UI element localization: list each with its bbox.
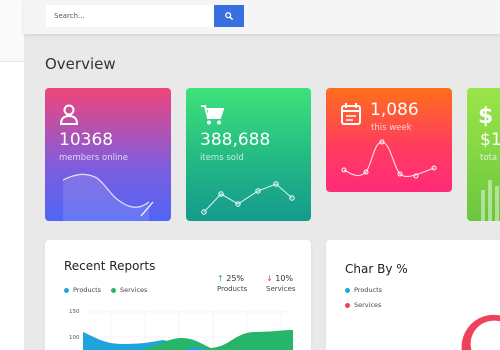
- products-stat: ↑ 25% Products: [217, 274, 247, 293]
- top-bar: [24, 0, 500, 34]
- members-online-value: 10368: [59, 130, 114, 150]
- products-dot: [64, 287, 69, 293]
- char-legend-products-label: Products: [354, 286, 383, 294]
- legend-services-label: Services: [120, 286, 148, 294]
- search-input[interactable]: [46, 5, 214, 27]
- items-sold-card[interactable]: 388,688 items sold: [186, 88, 311, 221]
- total-value: $1,: [480, 130, 500, 150]
- cart-icon: [201, 105, 224, 125]
- sidebar-menu: [0, 62, 24, 350]
- svg-text:$: $: [478, 104, 493, 128]
- this-week-value: 1,086: [370, 100, 419, 120]
- char-legend-services-label: Services: [354, 301, 382, 309]
- this-week-card[interactable]: 1,086 this week: [326, 88, 452, 192]
- members-trend-chart: [62, 173, 154, 221]
- char-products-dot: [345, 287, 350, 293]
- char-by-donut-chart: [461, 314, 500, 350]
- y-tick-150: 150: [69, 309, 80, 315]
- sidebar-header: [0, 0, 24, 62]
- char-legend-services: Services: [345, 301, 381, 309]
- services-stat: ↓ 10% Services: [266, 274, 296, 293]
- legend-products: Products: [64, 286, 101, 294]
- weekly-trend-chart: [341, 139, 437, 179]
- products-stat-percent: 25%: [226, 274, 245, 283]
- char-services-dot: [345, 302, 350, 308]
- user-icon: [59, 104, 79, 125]
- page-title: Overview: [45, 55, 116, 73]
- legend-services: Services: [111, 286, 147, 294]
- this-week-label: this week: [371, 123, 412, 133]
- items-sold-value: 388,688: [200, 130, 271, 150]
- search-button[interactable]: [214, 5, 244, 27]
- char-legend-products: Products: [345, 286, 382, 294]
- services-dot: [111, 287, 116, 293]
- members-online-label: members online: [59, 153, 128, 163]
- calendar-icon: [341, 103, 361, 125]
- total-bar-chart: [481, 180, 499, 221]
- sidebar: [0, 0, 24, 350]
- items-sold-label: items sold: [200, 153, 244, 163]
- products-stat-label: Products: [217, 285, 248, 293]
- legend-products-label: Products: [73, 286, 102, 294]
- char-by-panel: Char By % Products Services: [326, 240, 500, 350]
- services-stat-percent: 10%: [275, 274, 294, 283]
- recent-reports-panel: Recent Reports Products Services ↑ 25% P…: [45, 240, 311, 350]
- total-card[interactable]: $ $1, tota: [467, 88, 500, 221]
- recent-reports-area-chart: [83, 310, 293, 350]
- y-tick-100: 100: [69, 335, 80, 341]
- total-label: tota: [480, 153, 498, 163]
- char-by-title: Char By %: [345, 262, 408, 276]
- services-stat-label: Services: [266, 285, 296, 293]
- arrow-up-icon: ↑: [217, 274, 224, 283]
- arrow-down-icon: ↓: [266, 274, 273, 283]
- dollar-icon: $: [478, 104, 493, 128]
- search-icon: [225, 12, 233, 20]
- recent-reports-title: Recent Reports: [64, 259, 156, 273]
- members-online-card[interactable]: 10368 members online: [45, 88, 171, 221]
- items-trend-chart: [201, 181, 295, 215]
